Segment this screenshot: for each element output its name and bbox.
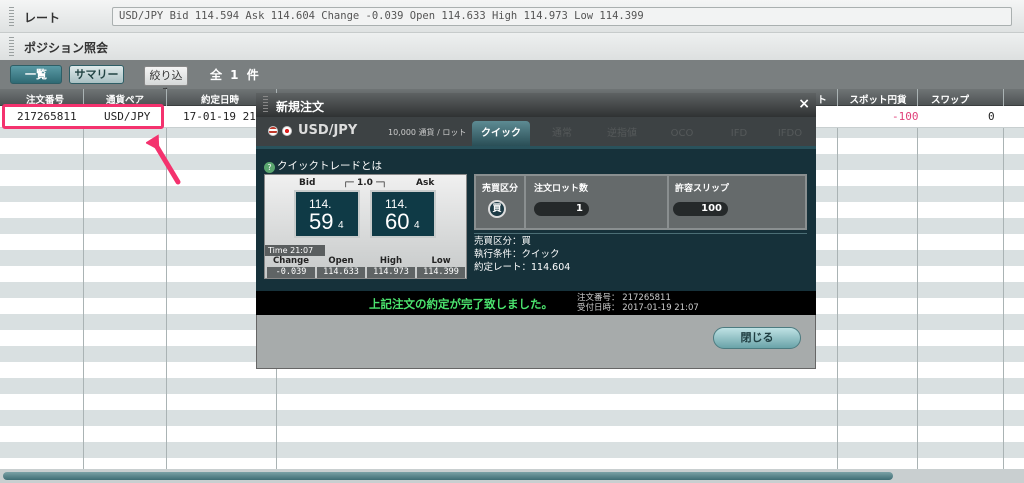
drag-handle-icon[interactable] xyxy=(263,96,268,113)
highlight-box xyxy=(2,104,164,129)
drag-handle-icon[interactable] xyxy=(9,37,14,57)
order-number-line: 注文番号： 217265811 xyxy=(577,293,671,303)
low-value: 114.399 xyxy=(417,267,465,278)
result-condition: 執行条件：クイック xyxy=(474,249,560,260)
close-button[interactable]: 閉じる xyxy=(713,327,801,349)
completion-message: 上記注文の約定が完了致しました。 xyxy=(369,297,553,311)
header-datetime[interactable]: 約定日時 xyxy=(195,92,245,106)
lots-label: 注文ロット数 xyxy=(534,184,589,194)
price-board: Bid ┌─ 1.0 ─┐ Ask 114. 59 4 114. 60 4 Ti… xyxy=(264,174,467,279)
dialog-title: 新規注文 xyxy=(276,100,325,114)
column-divider xyxy=(83,89,84,469)
position-panel-title: ポジション照会 xyxy=(24,41,109,55)
quick-trade-help-link[interactable]: ? クイックトレードとは xyxy=(264,158,382,173)
cell-spot-yen: -100 xyxy=(892,110,919,123)
spread-value: ┌─ 1.0 ─┐ xyxy=(343,178,387,188)
result-rate: 約定レート：114.604 xyxy=(474,262,571,273)
column-divider xyxy=(1003,89,1004,469)
tab-ifd[interactable]: IFD xyxy=(714,121,764,146)
tab-stop[interactable]: 逆指値 xyxy=(594,121,650,146)
filter-button[interactable]: 絞り込み xyxy=(144,66,188,99)
tab-ifdo[interactable]: IFDO xyxy=(766,121,814,146)
tab-oco[interactable]: OCO xyxy=(654,121,710,146)
time-label: Time 21:07 xyxy=(265,245,325,256)
ask-price-button[interactable]: 114. 60 4 xyxy=(370,190,436,238)
header-partial[interactable]: ト xyxy=(815,92,829,106)
horizontal-scrollbar[interactable] xyxy=(0,469,1024,483)
list-button[interactable]: 一覧 xyxy=(10,65,62,84)
position-panel-header: ポジション照会 xyxy=(0,33,1024,60)
drag-handle-icon[interactable] xyxy=(9,7,14,27)
help-icon: ? xyxy=(264,162,275,173)
pair-bar: USD/JPY 10,000 通貨 / ロット クイック 通常 逆指値 OCO … xyxy=(256,117,816,146)
tab-normal[interactable]: 通常 xyxy=(534,121,590,146)
rate-panel-title: レート xyxy=(24,11,61,25)
change-value: -0.039 xyxy=(267,267,315,278)
header-spot-yen[interactable]: スポット円貨 xyxy=(848,92,908,106)
jp-flag-icon xyxy=(282,126,292,136)
pair-name: USD/JPY xyxy=(298,123,358,138)
high-value: 114.973 xyxy=(367,267,415,278)
record-count: 全 1 件 xyxy=(210,68,261,82)
cell-swap: 0 xyxy=(988,110,995,123)
open-label: Open xyxy=(328,256,354,266)
execution-result: 売買区分：買 執行条件：クイック 約定レート：114.604 xyxy=(474,235,570,274)
close-icon[interactable]: × xyxy=(798,96,810,112)
lots-input[interactable]: 1 xyxy=(534,202,589,216)
lot-size: 10,000 通貨 / ロット xyxy=(388,128,467,137)
column-divider xyxy=(917,89,918,469)
pointer-arrow-icon xyxy=(146,134,181,185)
column-divider xyxy=(837,89,838,469)
order-settings-panel: 売買区分 買 注文ロット数 1 許容スリップ 100 xyxy=(474,174,807,230)
dialog-header[interactable]: 新規注文 × xyxy=(256,93,816,117)
side-label: 売買区分 xyxy=(482,184,519,194)
divider xyxy=(474,233,807,234)
quick-order-body: ? クイックトレードとは Bid ┌─ 1.0 ─┐ Ask 114. 59 4 … xyxy=(256,146,816,291)
rate-panel: レート USD/JPY Bid 114.594 Ask 114.604 Chan… xyxy=(0,0,1024,33)
bid-price-button[interactable]: 114. 59 4 xyxy=(294,190,360,238)
divider xyxy=(667,176,669,228)
ask-label: Ask xyxy=(416,178,435,188)
divider xyxy=(524,176,526,228)
header-swap[interactable]: スワップ xyxy=(925,92,975,106)
slippage-label: 許容スリップ xyxy=(675,184,730,194)
received-time-line: 受付日時： 2017-01-19 21:07 xyxy=(577,303,699,313)
rate-ticker: USD/JPY Bid 114.594 Ask 114.604 Change -… xyxy=(112,7,1012,26)
high-label: High xyxy=(379,256,403,266)
status-message-bar: 上記注文の約定が完了致しました。 注文番号： 217265811 受付日時： 2… xyxy=(256,291,816,315)
open-value: 114.633 xyxy=(317,267,365,278)
quick-trade-title: クイックトレードとは xyxy=(277,160,382,172)
bid-label: Bid xyxy=(299,178,316,188)
position-toolbar: 一覧 サマリー 絞り込み 全 1 件 xyxy=(0,60,1024,99)
scrollbar-thumb[interactable] xyxy=(3,472,893,480)
change-label: Change xyxy=(273,256,309,266)
result-side: 売買区分：買 xyxy=(474,236,532,247)
summary-button[interactable]: サマリー xyxy=(69,65,124,84)
us-flag-icon xyxy=(268,126,278,136)
buy-icon[interactable]: 買 xyxy=(488,200,506,218)
order-info: 注文番号： 217265811 受付日時： 2017-01-19 21:07 xyxy=(577,293,699,313)
tab-quick[interactable]: クイック xyxy=(472,121,530,146)
slippage-input[interactable]: 100 xyxy=(673,202,728,216)
low-label: Low xyxy=(431,256,451,266)
